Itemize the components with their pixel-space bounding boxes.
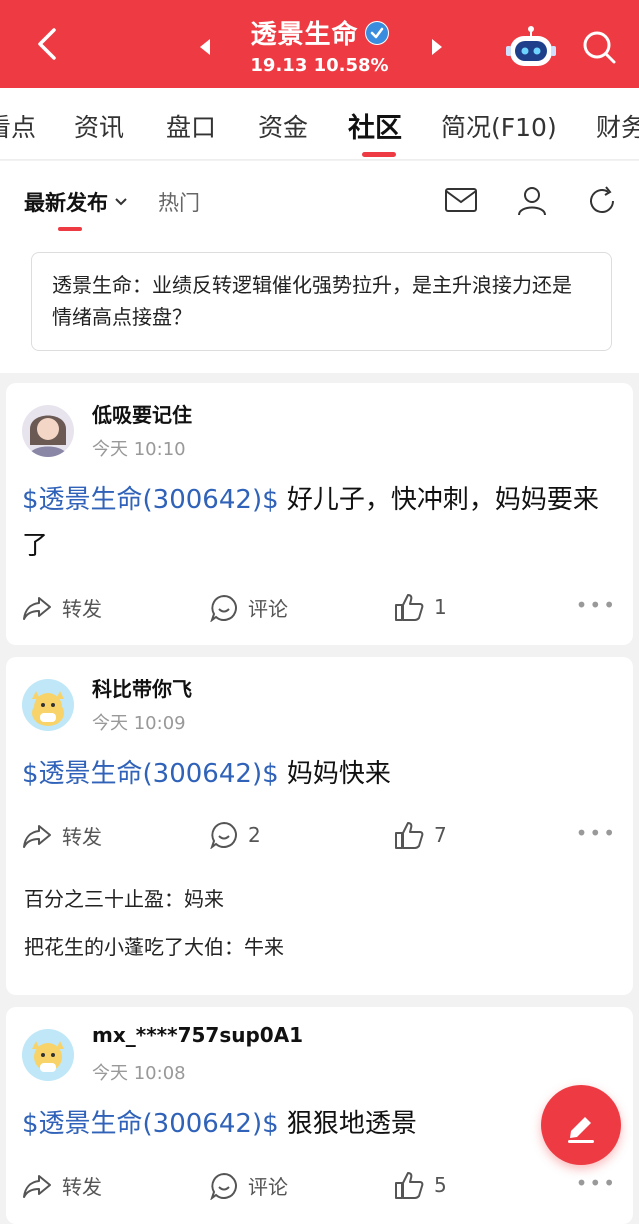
post-time: 今天 10:09: [92, 713, 186, 734]
thumbs-up-icon: [395, 1172, 424, 1199]
robot-assistant-icon[interactable]: [506, 24, 556, 68]
share-icon: [23, 596, 51, 620]
avatar[interactable]: [22, 1029, 74, 1081]
active-tab-indicator: [362, 152, 396, 157]
username[interactable]: mx_****757sup0A1: [92, 1023, 303, 1047]
comment-button[interactable]: 评论: [210, 593, 288, 622]
more-options-icon[interactable]: •••: [576, 821, 617, 845]
stock-link[interactable]: $透景生命(300642)$: [22, 1109, 279, 1139]
top-header: 透景生命 19.13 10.58%: [0, 0, 639, 88]
like-count: 1: [434, 595, 447, 619]
stock-link[interactable]: $透景生命(300642)$: [22, 485, 279, 515]
post-text: 妈妈快来: [278, 759, 391, 789]
comment-icon: [210, 821, 237, 849]
thumbs-up-icon: [395, 822, 424, 849]
tab-community[interactable]: 社区: [348, 106, 402, 145]
section-tabs: 看点 资讯 盘口 资金 社区 简况(F10) 财务: [0, 88, 639, 160]
stock-link[interactable]: $透景生命(300642)$: [22, 759, 279, 789]
comment-count: 2: [248, 823, 261, 847]
comment-icon: [210, 1172, 237, 1200]
chevron-down-icon: [115, 198, 127, 206]
like-button[interactable]: 7: [394, 821, 447, 849]
comment-icon: [210, 594, 237, 622]
share-icon: [23, 1174, 51, 1198]
stock-name: 透景生命: [250, 20, 359, 50]
tab-finance[interactable]: 财务: [596, 108, 639, 144]
comment-label: 评论: [248, 597, 288, 621]
share-icon: [23, 824, 51, 848]
more-options-icon[interactable]: •••: [576, 1171, 617, 1195]
post-card[interactable]: mx_****757sup0A1 今天 10:08 $透景生命(300642)$…: [6, 1007, 633, 1224]
post-content: $透景生命(300642)$ 妈妈快来: [22, 751, 622, 797]
user-icon[interactable]: [516, 185, 548, 217]
sort-dropdown[interactable]: 最新发布: [24, 187, 128, 217]
comment-preview[interactable]: 把花生的小蓬吃了大伯：牛来: [24, 931, 284, 960]
forward-label: 转发: [62, 597, 102, 621]
like-count: 5: [434, 1173, 447, 1197]
next-stock-icon[interactable]: [430, 38, 444, 56]
like-button[interactable]: 5: [394, 1171, 447, 1199]
comment-button[interactable]: 2: [210, 821, 261, 849]
search-icon[interactable]: [580, 28, 618, 66]
forward-button[interactable]: 转发: [22, 1171, 102, 1200]
post-card[interactable]: 低吸要记住 今天 10:10 $透景生命(300642)$ 好儿子，快冲刺，妈妈…: [6, 383, 633, 645]
tab-market[interactable]: 盘口: [166, 108, 216, 144]
post-text: 狠狠地透景: [278, 1109, 417, 1139]
topic-card[interactable]: 透景生命：业绩反转逻辑催化强势拉升，是主升浪接力还是情绪高点接盘？: [31, 252, 612, 351]
forward-label: 转发: [62, 1175, 102, 1199]
comment-preview[interactable]: 百分之三十止盈：妈来: [24, 883, 224, 912]
post-time: 今天 10:08: [92, 1063, 186, 1084]
thumbs-up-icon: [395, 594, 424, 621]
username[interactable]: 科比带你飞: [92, 673, 192, 702]
comment-button[interactable]: 评论: [210, 1171, 288, 1200]
tab-kandian[interactable]: 看点: [0, 108, 36, 144]
feed-filter-bar: 最新发布 热门: [0, 161, 639, 241]
forward-button[interactable]: 转发: [22, 593, 102, 622]
post-content: $透景生命(300642)$ 狠狠地透景: [22, 1101, 622, 1147]
sort-indicator: [58, 227, 82, 231]
post-time: 今天 10:10: [92, 439, 186, 460]
refresh-icon[interactable]: [586, 185, 618, 217]
post-card[interactable]: 科比带你飞 今天 10:09 $透景生命(300642)$ 妈妈快来 转发 2 …: [6, 657, 633, 995]
sort-label: 最新发布: [24, 191, 108, 215]
username[interactable]: 低吸要记住: [92, 399, 192, 428]
forward-button[interactable]: 转发: [22, 821, 102, 850]
compose-button[interactable]: [541, 1085, 621, 1165]
avatar[interactable]: [22, 405, 74, 457]
forward-label: 转发: [62, 825, 102, 849]
like-count: 7: [434, 823, 447, 847]
tab-overview-f10[interactable]: 简况(F10): [441, 108, 557, 144]
mail-icon[interactable]: [444, 185, 478, 215]
post-content: $透景生命(300642)$ 好儿子，快冲刺，妈妈要来了: [22, 477, 622, 569]
verified-icon: [364, 20, 389, 45]
more-options-icon[interactable]: •••: [576, 593, 617, 617]
hot-filter[interactable]: 热门: [158, 187, 200, 217]
tab-funds[interactable]: 资金: [258, 108, 308, 144]
topic-section: 透景生命：业绩反转逻辑催化强势拉升，是主升浪接力还是情绪高点接盘？: [0, 241, 639, 373]
comment-label: 评论: [248, 1175, 288, 1199]
pencil-icon: [568, 1117, 594, 1143]
avatar[interactable]: [22, 679, 74, 731]
like-button[interactable]: 1: [394, 593, 447, 621]
tab-news[interactable]: 资讯: [74, 108, 124, 144]
